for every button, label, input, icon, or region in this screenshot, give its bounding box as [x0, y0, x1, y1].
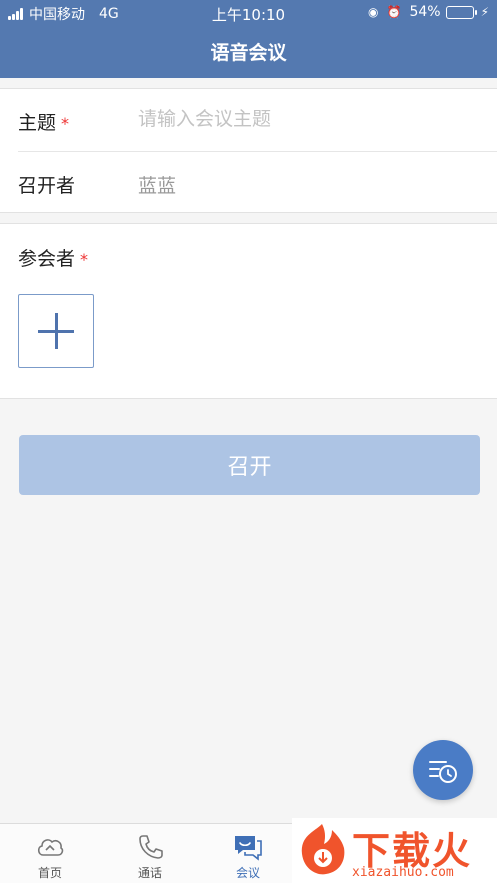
lock-rotation-icon: ◉	[368, 5, 379, 19]
app-header: 中国移动 4G 上午10:10 ◉ ⏰ 54% ⚡ 语音会议	[0, 0, 497, 78]
page-title: 语音会议	[210, 42, 287, 64]
tab-meeting[interactable]: 会议	[198, 824, 298, 883]
charging-bolt-icon: ⚡	[480, 5, 489, 19]
meeting-info-card: 主题* 召开者 蓝蓝	[0, 88, 497, 213]
required-marker: *	[80, 250, 89, 269]
status-bar: 中国移动 4G 上午10:10 ◉ ⏰ 54% ⚡	[0, 0, 497, 26]
battery-percent: 54%	[409, 4, 441, 20]
host-value: 蓝蓝	[138, 175, 177, 197]
alarm-icon: ⏰	[386, 5, 402, 19]
history-list-clock-icon	[429, 761, 457, 783]
battery-icon	[445, 5, 477, 19]
subject-input[interactable]	[138, 108, 458, 130]
open-meeting-button[interactable]: 召开	[19, 435, 480, 495]
subject-row: 主题 *	[18, 89, 497, 151]
tab-home-label: 首页	[37, 866, 62, 880]
download-site-watermark: 下载火 xiazaihuo.com	[292, 818, 497, 883]
flame-download-icon	[301, 824, 345, 875]
tab-meeting-label: 会议	[235, 866, 260, 880]
host-label: 召开者	[18, 175, 76, 197]
add-attendee-button[interactable]	[18, 294, 94, 368]
cloud-link-icon	[37, 839, 64, 856]
attendees-label: 参会者 *	[18, 248, 89, 270]
status-right: ◉ ⏰ 54% ⚡	[368, 4, 489, 20]
meeting-history-button[interactable]	[413, 740, 473, 800]
attendees-card: 参会者 *	[0, 223, 497, 399]
subject-label: 主题 *	[18, 112, 70, 134]
host-row: 召开者 蓝蓝	[18, 151, 497, 213]
phone-icon	[139, 835, 163, 859]
tab-calls-label: 通话	[137, 866, 162, 880]
required-marker: *	[61, 114, 70, 133]
tab-calls[interactable]: 通话	[100, 824, 200, 883]
tab-home[interactable]: 首页	[0, 824, 100, 883]
watermark-url: xiazaihuo.com	[352, 865, 454, 880]
chat-bubbles-icon	[235, 836, 262, 861]
